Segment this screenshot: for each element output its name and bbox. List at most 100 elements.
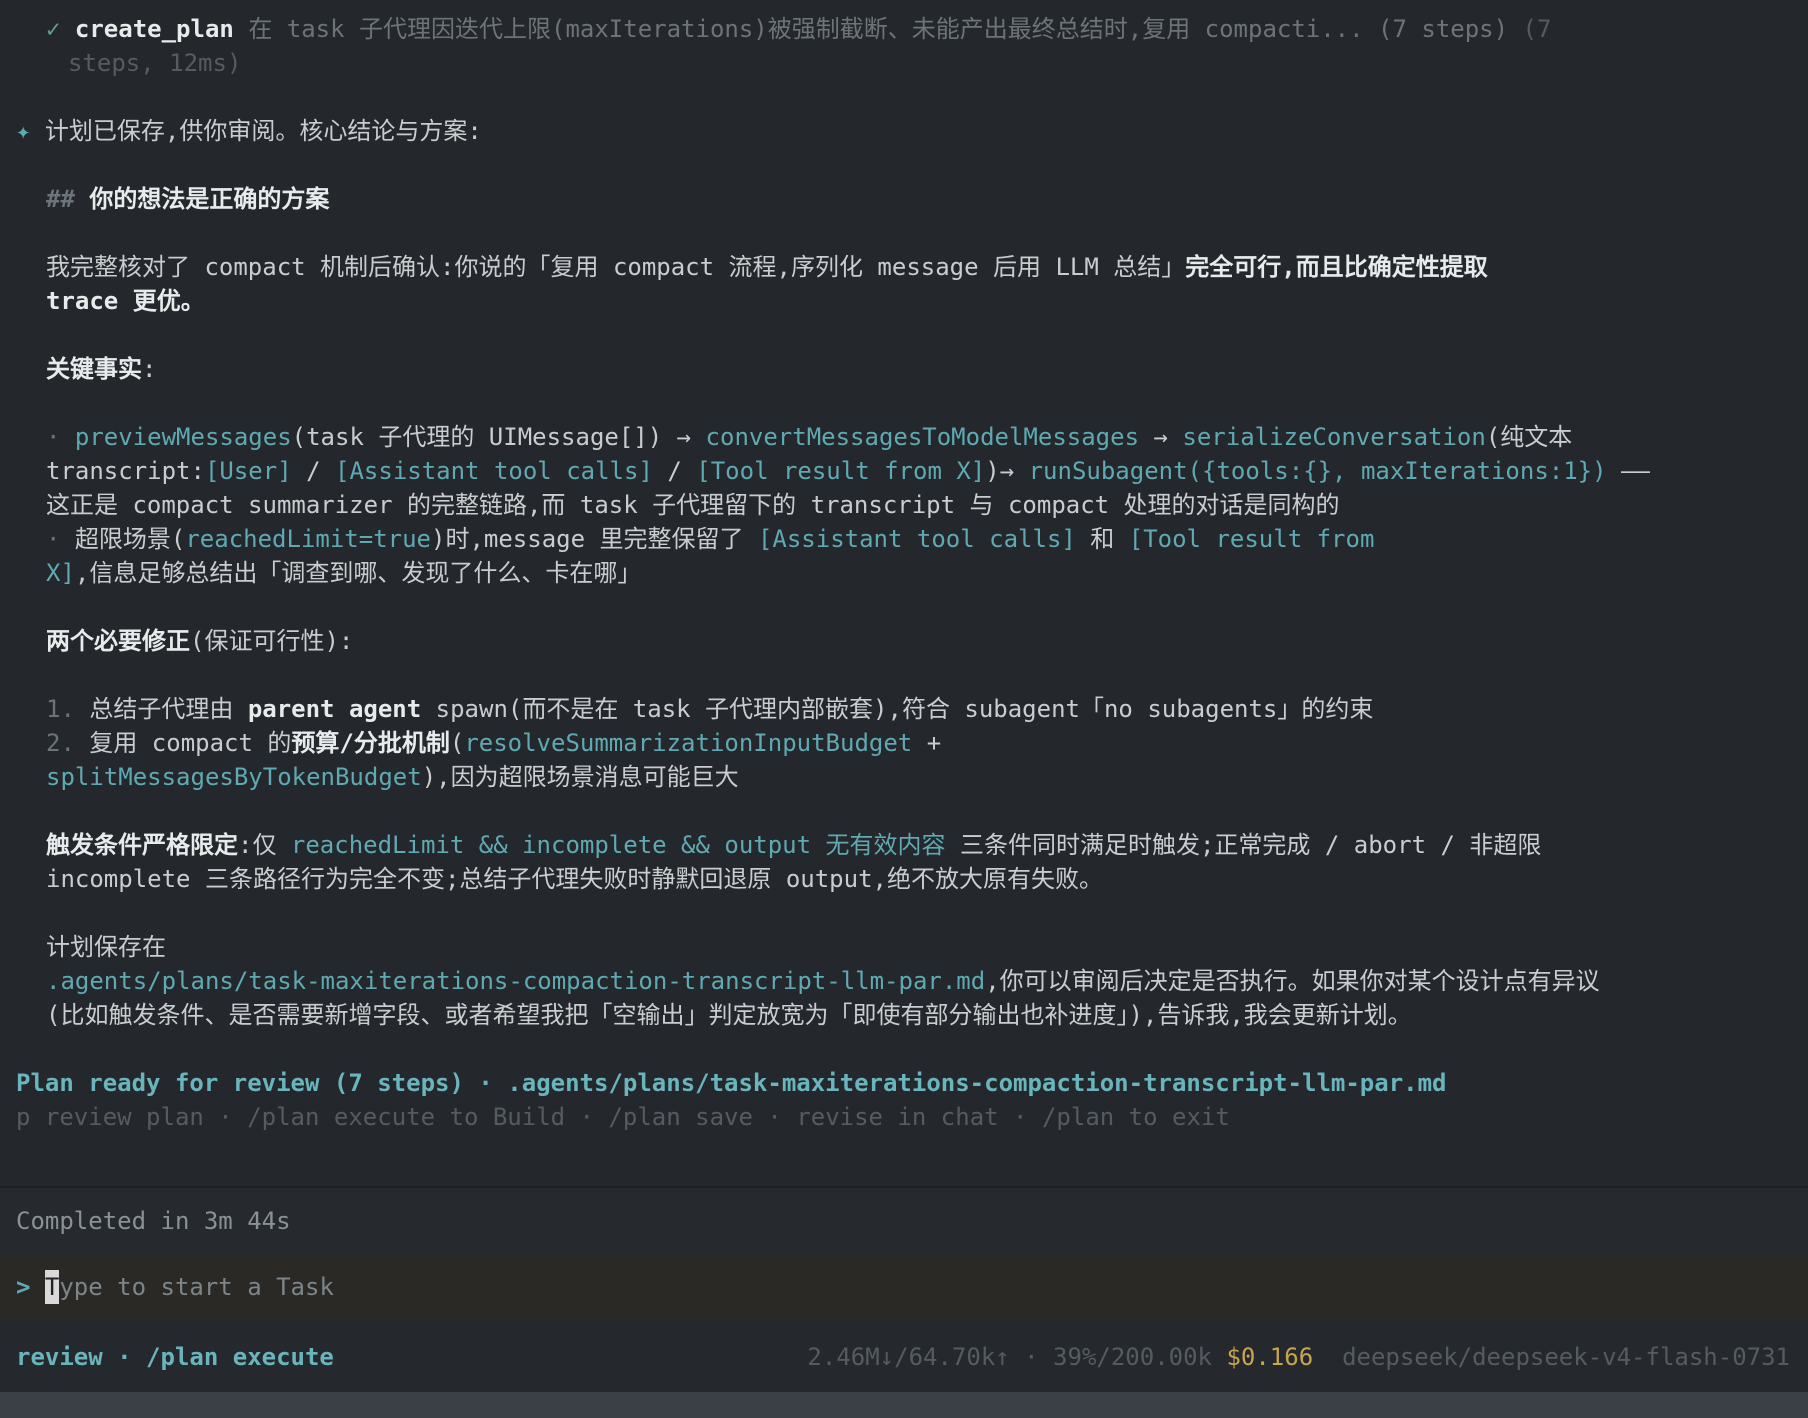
usage-stats: 2.46M↓/64.70k↑ · 39%/200.00k $0.166 deep… — [807, 1340, 1790, 1374]
model-name[interactable]: deepseek/deepseek-v4-flash-0731 — [1342, 1343, 1790, 1371]
code-assistant-tool-calls: [Assistant tool calls] — [757, 525, 1076, 553]
tool-summary-tail: (7 — [1522, 15, 1552, 43]
intro-text: 计划已保存,供你审阅。核心结论与方案: — [44, 117, 482, 145]
trigger-line-2: incomplete 三条路径行为完全不变;总结子代理失败时静默回退原 outp… — [46, 865, 1103, 893]
fixes-label-text: 两个必要修正 — [46, 627, 190, 655]
revise-hint[interactable]: revise in chat — [796, 1103, 998, 1131]
code-x: X] — [46, 559, 75, 587]
code-reachedLimit: reachedLimit=true — [185, 525, 431, 553]
fixes-suffix: (保证可行性): — [190, 627, 354, 655]
code-splitMessages: splitMessagesByTokenBudget — [46, 763, 422, 791]
sparkle-icon: ✦ — [16, 117, 31, 145]
plan-ready-label: Plan ready for review (7 steps) — [16, 1069, 464, 1097]
heading-text: 你的想法是正确的方案 — [89, 185, 330, 213]
fact1-t1: (task 子代理的 UIMessage[]) → — [291, 423, 706, 451]
tool-call-header: ✓ create_plan 在 task 子代理因迭代上限(maxIterati… — [46, 12, 1551, 46]
tool-name: create_plan — [74, 15, 234, 43]
trigger-label: 触发条件严格限定 — [46, 831, 238, 859]
fact1-t3: (纯文本 — [1485, 423, 1573, 451]
fix-2-line-1: 2. 复用 compact 的预算/分批机制(resolveSummarizat… — [46, 726, 941, 760]
facts-label: 关键事实: — [46, 352, 156, 386]
review-plan-hint[interactable]: p review plan — [16, 1103, 204, 1131]
p1-text: 我完整核对了 compact 机制后确认:你说的「复用 compact 流程,序… — [46, 253, 1186, 281]
code-trigger-condition: reachedLimit && incomplete && output 无有效… — [290, 831, 946, 859]
list-number: 1. — [46, 695, 75, 723]
fact2-t4: ,信息足够总结出「调查到哪、发现了什么、卡在哪」 — [74, 559, 642, 587]
fact1-t6: / — [652, 457, 697, 485]
trigger-t1: :仅 — [238, 831, 291, 859]
code-resolveBudget: resolveSummarizationInputBudget — [464, 729, 913, 757]
input-placeholder: ype to start a Task — [59, 1273, 334, 1301]
fix1-bold: parent agent — [247, 695, 422, 723]
code-runSubagent: runSubagent({tools:{}, maxIterations:1}) — [1028, 457, 1607, 485]
trigger-t2: 三条件同时满足时触发;正常完成 / abort / 非超限 — [945, 831, 1542, 859]
fact1-t4: transcript: — [46, 457, 205, 485]
tool-summary: 在 task 子代理因迭代上限(maxIterations)被强制截断、未能产出… — [248, 15, 1509, 43]
code-tool-result: [Tool result from — [1128, 525, 1375, 553]
trigger-line-1: 触发条件严格限定:仅 reachedLimit && incomplete &&… — [46, 828, 1541, 862]
plan-file-link[interactable]: .agents/plans/task-maxiterations-compact… — [46, 967, 985, 995]
code-serializeConversation: serializeConversation — [1182, 423, 1486, 451]
fact-2-line-1: · 超限场景(reachedLimit=true)时,message 里完整保留… — [46, 522, 1374, 556]
separator: · — [463, 1069, 508, 1097]
fix2-bold: 预算/分批机制 — [291, 729, 450, 757]
facts-label-text: 关键事实 — [46, 355, 142, 383]
tool-call-meta: steps, 12ms) — [68, 49, 242, 77]
paragraph-1-line-2: trace 更优。 — [46, 287, 205, 315]
code-user: [User] — [204, 457, 292, 485]
fact2-t3: 和 — [1075, 525, 1129, 553]
code-previewMessages: previewMessages — [74, 423, 292, 451]
fact1-t8: —— — [1606, 457, 1650, 485]
separator: · — [203, 1103, 248, 1131]
fixes-label: 两个必要修正(保证可行性): — [46, 624, 353, 658]
task-input-line[interactable]: > Type to start a Task — [16, 1270, 334, 1304]
plan-exit-hint[interactable]: /plan to exit — [1042, 1103, 1230, 1131]
fix1-t2: spawn(而不是在 task 子代理内部嵌套),符合 subagent「no … — [421, 695, 1374, 723]
transcript-area[interactable]: ✓ create_plan 在 task 子代理因迭代上限(maxIterati… — [0, 0, 1808, 1180]
task-input[interactable]: > Type to start a Task — [0, 1256, 1808, 1320]
plan-actions-hint: p review plan · /plan execute to Build ·… — [16, 1100, 1230, 1134]
fix2-t4: ),因为超限场景消息可能巨大 — [421, 763, 739, 791]
fix2-t1: 复用 compact 的 — [89, 729, 292, 757]
code-convertMessages: convertMessagesToModelMessages — [705, 423, 1140, 451]
separator: · — [752, 1103, 797, 1131]
fact-1-line-2: transcript:[User] / [Assistant tool call… — [46, 454, 1650, 488]
mode-indicator[interactable]: review · /plan execute — [16, 1340, 334, 1374]
prompt-chevron-icon: > — [16, 1273, 31, 1301]
fact2-t1: 超限场景( — [74, 525, 186, 553]
code-assistant-tool-calls: [Assistant tool calls] — [335, 457, 653, 485]
bullet: · — [46, 525, 61, 553]
fix2-t3: + — [912, 729, 942, 757]
fact-1-line-3: 这正是 compact summarizer 的完整链路,而 task 子代理留… — [46, 491, 1340, 519]
fix-2-line-2: splitMessagesByTokenBudget),因为超限场景消息可能巨大 — [46, 760, 739, 794]
check-icon: ✓ — [46, 15, 61, 43]
separator: · — [565, 1103, 609, 1131]
completed-bar: Completed in 3m 44s — [0, 1188, 1808, 1256]
cost-display: $0.166 — [1226, 1343, 1314, 1371]
window-bottom-edge — [0, 1392, 1808, 1418]
text-cursor: T — [44, 1270, 60, 1304]
list-number: 2. — [46, 729, 75, 757]
fact2-t2: )时,message 里完整保留了 — [431, 525, 758, 553]
p1-bold: 完全可行,而且比确定性提取 — [1185, 253, 1488, 281]
completed-status: Completed in 3m 44s — [16, 1207, 291, 1235]
fact-1-line-1: · previewMessages(task 子代理的 UIMessage[])… — [46, 420, 1572, 454]
fact-2-line-2: X],信息足够总结出「调查到哪、发现了什么、卡在哪」 — [46, 556, 641, 590]
plan-save-hint[interactable]: /plan save — [608, 1103, 753, 1131]
status-bar: review · /plan execute 2.46M↓/64.70k↑ · … — [0, 1320, 1808, 1392]
plan-execute-hint[interactable]: /plan execute to Build — [247, 1103, 565, 1131]
save-line-2: (比如触发条件、是否需要新增字段、或者希望我把「空输出」判定放宽为「即使有部分输… — [46, 1001, 1412, 1029]
bullet: · — [46, 423, 61, 451]
plan-ready-path-link[interactable]: .agents/plans/task-maxiterations-compact… — [507, 1069, 1446, 1097]
fix-1: 1. 总结子代理由 parent agent spawn(而不是在 task 子… — [46, 692, 1373, 726]
heading-marker: ## — [46, 185, 75, 213]
section-heading: ## 你的想法是正确的方案 — [46, 182, 329, 216]
code-tool-result: [Tool result from X] — [696, 457, 986, 485]
separator: · — [998, 1103, 1042, 1131]
fix2-t2: ( — [449, 729, 465, 757]
save-line: .agents/plans/task-maxiterations-compact… — [46, 964, 1600, 998]
plan-ready-banner: Plan ready for review (7 steps) · .agent… — [16, 1066, 1447, 1100]
fact1-t5: / — [291, 457, 336, 485]
fact1-t7: )→ — [985, 457, 1029, 485]
fix1-t1: 总结子代理由 — [89, 695, 248, 723]
